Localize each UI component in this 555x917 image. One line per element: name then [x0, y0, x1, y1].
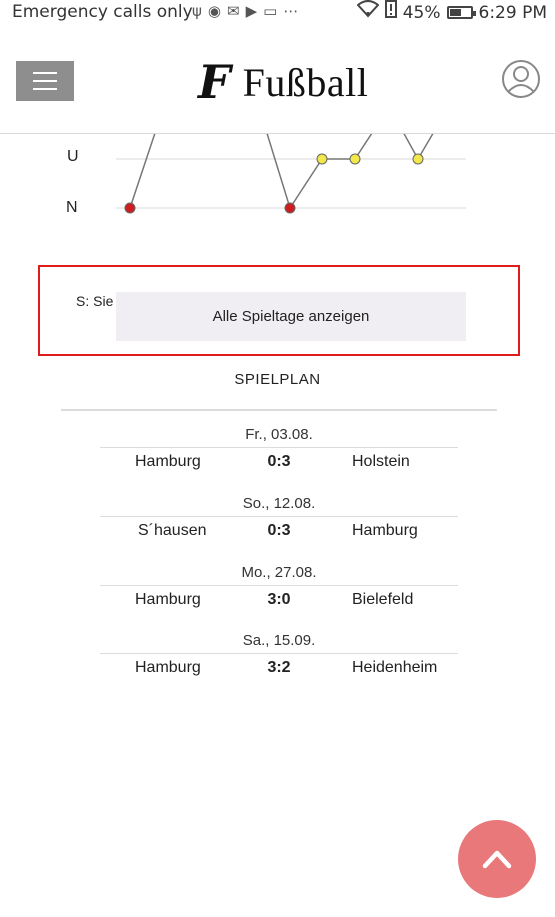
chart-line-segment — [266, 134, 373, 210]
legend-text: S: Sie — [76, 293, 114, 309]
match-score[interactable]: 0:3 — [249, 522, 309, 540]
match-away-team[interactable]: Holstein — [352, 453, 410, 471]
app-header: F Fußball — [0, 24, 555, 134]
match-home-team[interactable]: S´hausen — [138, 522, 207, 540]
match-divider — [100, 447, 458, 448]
hamburger-icon — [33, 72, 57, 74]
match-home-team[interactable]: Hamburg — [135, 591, 201, 609]
hamburger-icon-bar — [33, 88, 57, 90]
match-home-team[interactable]: Hamburg — [135, 659, 201, 677]
match-date: Fr., 03.08. — [245, 426, 313, 443]
show-all-matchdays-button[interactable]: Alle Spieltage anzeigen — [116, 292, 466, 341]
form-chart: U N — [0, 134, 555, 234]
logo-text: Fußball — [242, 59, 369, 105]
chevron-up-icon — [482, 850, 512, 869]
wifi-icon — [356, 0, 380, 25]
match-home-team[interactable]: Hamburg — [135, 453, 201, 471]
chart-svg — [116, 134, 466, 214]
match-divider — [100, 653, 458, 654]
match-date: Sa., 15.09. — [242, 632, 316, 649]
battery-icon — [446, 6, 476, 19]
battery-percent: 45% — [402, 2, 441, 23]
match-divider — [100, 516, 458, 517]
play-icon: ▶ — [245, 2, 258, 20]
chart-point-loss — [284, 202, 296, 214]
spielplan-divider — [61, 409, 497, 411]
usb-icon: ψ — [192, 2, 202, 20]
match-date: So., 12.08. — [242, 495, 316, 512]
status-bar: Emergency calls only ψ ◉ ✉ ▶ ▭ ⋯ 45% 6:2… — [0, 0, 555, 24]
match-score[interactable]: 3:2 — [249, 659, 309, 677]
chart-point-loss — [124, 202, 136, 214]
match-divider — [100, 585, 458, 586]
status-carrier-text: Emergency calls only — [12, 2, 193, 22]
menu-button[interactable] — [16, 61, 74, 101]
more-icon: ⋯ — [283, 2, 299, 20]
profile-icon[interactable] — [501, 59, 541, 99]
alert-icon — [384, 0, 397, 25]
spielplan-title: SPIELPLAN — [234, 371, 321, 388]
status-right: 45% 6:29 PM — [356, 0, 548, 25]
chart-point-draw — [349, 153, 361, 165]
scroll-to-top-button[interactable] — [458, 820, 536, 898]
mail-icon: ✉ — [227, 2, 240, 20]
status-notification-icons: ψ ◉ ✉ ▶ ▭ ⋯ — [192, 2, 298, 20]
battery-saver-icon: ▭ — [263, 2, 278, 20]
match-away-team[interactable]: Hamburg — [352, 522, 418, 540]
chart-point-draw — [412, 153, 424, 165]
match-away-team[interactable]: Bielefeld — [352, 591, 413, 609]
match-date: Mo., 27.08. — [241, 564, 317, 581]
chart-point-draw — [316, 153, 328, 165]
site-logo[interactable]: F Fußball — [198, 56, 368, 108]
chart-line-segment — [129, 134, 156, 209]
match-score[interactable]: 3:0 — [249, 591, 309, 609]
sync-icon: ◉ — [207, 2, 221, 20]
logo-letter: F — [198, 55, 231, 109]
clock: 6:29 PM — [478, 2, 548, 23]
match-score[interactable]: 0:3 — [249, 453, 309, 471]
hamburger-icon-bar — [33, 80, 57, 82]
match-away-team[interactable]: Heidenheim — [352, 659, 437, 677]
